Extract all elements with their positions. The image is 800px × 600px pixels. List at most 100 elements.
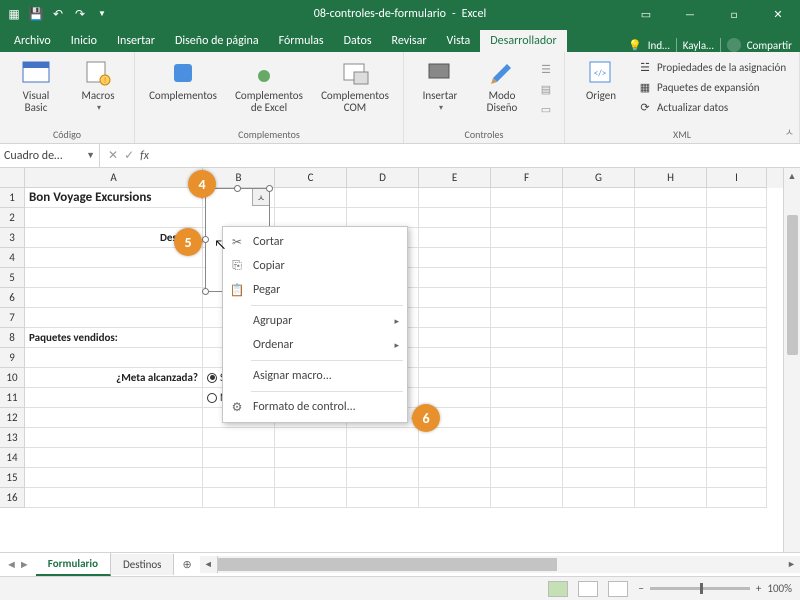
- cell-G2[interactable]: [563, 208, 635, 228]
- cell-H6[interactable]: [635, 288, 707, 308]
- minimize-button[interactable]: —: [668, 0, 712, 28]
- cell-G16[interactable]: [563, 488, 635, 508]
- cell-H10[interactable]: [635, 368, 707, 388]
- hscroll-track[interactable]: [217, 556, 783, 573]
- add-sheet-button[interactable]: ⊕: [174, 554, 199, 575]
- enter-formula-icon[interactable]: ✓: [124, 148, 134, 163]
- design-mode-button[interactable]: Modo Diseño: [474, 56, 530, 114]
- cell-F2[interactable]: [491, 208, 563, 228]
- cell-H12[interactable]: [635, 408, 707, 428]
- row-header-2[interactable]: 2: [0, 208, 25, 228]
- cell-I10[interactable]: [707, 368, 767, 388]
- cell-G7[interactable]: [563, 308, 635, 328]
- cell-H4[interactable]: [635, 248, 707, 268]
- col-header-D[interactable]: D: [347, 168, 419, 188]
- resize-handle[interactable]: [234, 185, 241, 192]
- cell-D16[interactable]: [347, 488, 419, 508]
- cell-A11[interactable]: [25, 388, 203, 408]
- com-addins-button[interactable]: Complementos COM: [315, 56, 395, 114]
- row-header-6[interactable]: 6: [0, 288, 25, 308]
- save-icon[interactable]: 💾: [30, 8, 42, 20]
- row-header-5[interactable]: 5: [0, 268, 25, 288]
- sheet-nav-next[interactable]: ►: [19, 558, 30, 571]
- scroll-up-button[interactable]: ▲: [784, 168, 800, 185]
- row-header-1[interactable]: 1: [0, 188, 25, 208]
- cell-F16[interactable]: [491, 488, 563, 508]
- cell-C2[interactable]: [275, 208, 347, 228]
- ctx-format-control[interactable]: ⚙Formato de control...: [223, 395, 407, 419]
- row-header-11[interactable]: 11: [0, 388, 25, 408]
- cell-E15[interactable]: [419, 468, 491, 488]
- cell-A14[interactable]: [25, 448, 203, 468]
- user-name[interactable]: Kayla…: [683, 39, 714, 52]
- cancel-formula-icon[interactable]: ✕: [108, 148, 118, 163]
- cell-G4[interactable]: [563, 248, 635, 268]
- cell-B16[interactable]: [203, 488, 275, 508]
- sheet-nav-prev[interactable]: ◄: [6, 558, 17, 571]
- ctx-group[interactable]: Agrupar▸: [223, 309, 407, 333]
- ctx-copy[interactable]: ⎘Copiar: [223, 254, 407, 278]
- cell-G10[interactable]: [563, 368, 635, 388]
- combo-dropdown-button[interactable]: ㅅ: [252, 189, 269, 206]
- row-header-14[interactable]: 14: [0, 448, 25, 468]
- cell-F9[interactable]: [491, 348, 563, 368]
- cell-H1[interactable]: [635, 188, 707, 208]
- cell-A2[interactable]: [25, 208, 203, 228]
- cell-F15[interactable]: [491, 468, 563, 488]
- cell-F11[interactable]: [491, 388, 563, 408]
- row-header-13[interactable]: 13: [0, 428, 25, 448]
- cell-I2[interactable]: [707, 208, 767, 228]
- cell-G6[interactable]: [563, 288, 635, 308]
- tab-desarrollador[interactable]: Desarrollador: [480, 30, 566, 52]
- cell-I11[interactable]: [707, 388, 767, 408]
- scroll-left-button[interactable]: ◄: [200, 556, 217, 573]
- tell-me[interactable]: Ind…: [648, 39, 670, 52]
- zoom-out-button[interactable]: −: [638, 582, 643, 595]
- addins-button[interactable]: Complementos: [143, 56, 223, 102]
- cell-I9[interactable]: [707, 348, 767, 368]
- cell-I14[interactable]: [707, 448, 767, 468]
- cell-A5[interactable]: [25, 268, 203, 288]
- cell-C1[interactable]: [275, 188, 347, 208]
- view-pagebreak-icon[interactable]: [608, 581, 628, 597]
- cell-D13[interactable]: [347, 428, 419, 448]
- collapse-ribbon-icon[interactable]: ㅅ: [785, 124, 794, 139]
- cell-G13[interactable]: [563, 428, 635, 448]
- cell-C16[interactable]: [275, 488, 347, 508]
- xml-source-button[interactable]: </> Origen: [573, 56, 629, 102]
- fx-icon[interactable]: fx: [140, 149, 149, 163]
- tab-archivo[interactable]: Archivo: [4, 30, 61, 52]
- close-button[interactable]: ✕: [756, 0, 800, 28]
- cell-I3[interactable]: [707, 228, 767, 248]
- cell-F10[interactable]: [491, 368, 563, 388]
- refresh-data-button[interactable]: ⟳Actualizar datos: [635, 98, 788, 116]
- cell-D14[interactable]: [347, 448, 419, 468]
- cell-A15[interactable]: [25, 468, 203, 488]
- cell-I12[interactable]: [707, 408, 767, 428]
- cell-E14[interactable]: [419, 448, 491, 468]
- sheet-tab-destinos[interactable]: Destinos: [111, 554, 174, 575]
- cell-E4[interactable]: [419, 248, 491, 268]
- cell-D15[interactable]: [347, 468, 419, 488]
- cell-H8[interactable]: [635, 328, 707, 348]
- properties-button[interactable]: ☰: [536, 60, 556, 78]
- expansion-packs-button[interactable]: ▦Paquetes de expansión: [635, 78, 788, 96]
- cell-D2[interactable]: [347, 208, 419, 228]
- col-header-I[interactable]: I: [707, 168, 767, 188]
- cell-E5[interactable]: [419, 268, 491, 288]
- cell-D1[interactable]: [347, 188, 419, 208]
- col-header-C[interactable]: C: [275, 168, 347, 188]
- tab-diseno[interactable]: Diseño de página: [165, 30, 269, 52]
- scroll-right-button[interactable]: ►: [783, 556, 800, 573]
- cell-F8[interactable]: [491, 328, 563, 348]
- cell-H7[interactable]: [635, 308, 707, 328]
- cell-F4[interactable]: [491, 248, 563, 268]
- cell-E8[interactable]: [419, 328, 491, 348]
- visual-basic-button[interactable]: Visual Basic: [8, 56, 64, 114]
- col-header-F[interactable]: F: [491, 168, 563, 188]
- cell-F6[interactable]: [491, 288, 563, 308]
- lightbulb-icon[interactable]: 💡: [628, 39, 642, 52]
- cell-H2[interactable]: [635, 208, 707, 228]
- row-header-15[interactable]: 15: [0, 468, 25, 488]
- zoom-slider[interactable]: [650, 587, 750, 590]
